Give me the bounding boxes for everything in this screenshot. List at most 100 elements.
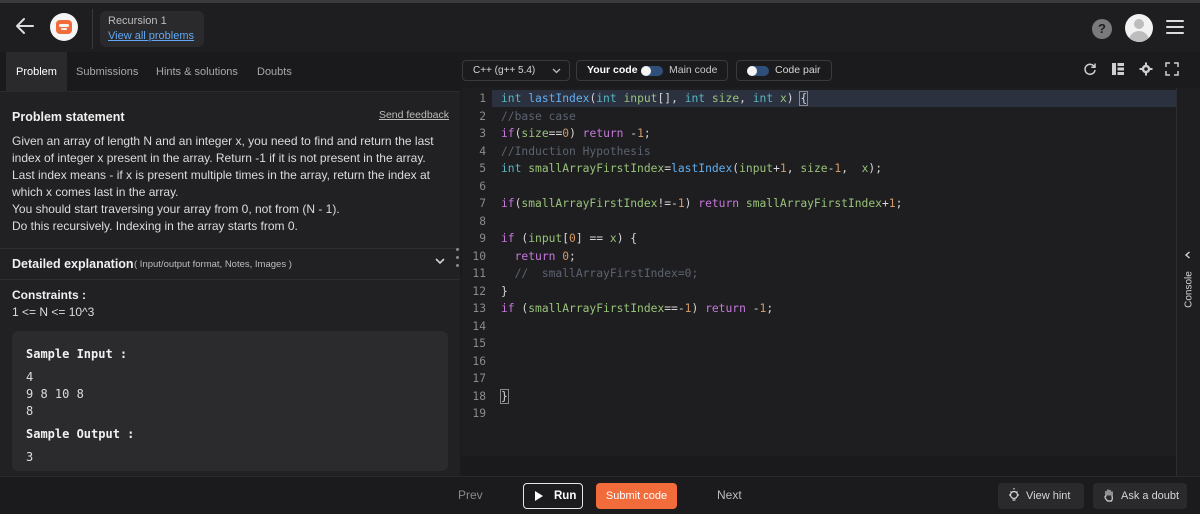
sample-input-line: 4 [26,370,34,384]
code-pair-switch[interactable]: Code pair [736,60,832,81]
line-number: 18 [472,389,486,403]
code-mode-switch[interactable]: Your code Main code [576,60,728,81]
statement-paragraph: Last index means - if x is present multi… [12,168,430,199]
statement-paragraph: Do this recursively. Indexing in the arr… [12,219,298,233]
play-icon [535,491,543,501]
ask-doubt-button[interactable]: Ask a doubt [1093,483,1187,509]
line-number: 11 [472,267,486,280]
language-select[interactable]: C++ (g++ 5.4) [462,60,570,81]
send-feedback-link[interactable]: Send feedback [379,109,449,121]
next-button[interactable]: Next [717,488,742,502]
top-bar: Recursion 1 View all problems ? [0,0,1200,52]
code-line: } [500,388,509,404]
view-hint-label: View hint [1026,490,1071,502]
editor-toolbar: C++ (g++ 5.4) Your code Main code Code p… [462,52,1200,88]
tab-problem[interactable]: Problem [6,52,67,92]
console-toggle[interactable]: Console [1176,88,1200,476]
problem-tabs: Problem Submissions Hints & solutions Do… [0,52,460,92]
line-number: 13 [472,302,486,315]
ask-doubt-label: Ask a doubt [1121,490,1180,502]
fullscreen-icon[interactable] [1164,62,1180,78]
code-line: return 0; [514,249,576,263]
run-label: Run [554,490,577,502]
sample-output-label: Sample Output : [26,427,135,441]
line-number: 9 [479,232,486,245]
run-button[interactable]: Run [523,483,583,509]
sample-output-line: 3 [26,450,34,464]
constraints-title: Constraints : [12,288,87,302]
reset-code-icon[interactable] [1082,62,1098,78]
code-mode-toggle[interactable] [641,66,663,76]
sample-input-line: 8 [26,404,34,418]
tab-submissions[interactable]: Submissions [76,52,138,92]
line-number: 4 [479,144,486,158]
line-number: 16 [472,354,486,368]
console-label[interactable]: Console [1184,266,1195,314]
code-line: if (smallArrayFirstIndex==-1) return -1; [501,302,774,315]
hamburger-menu-icon[interactable] [1166,20,1184,34]
line-number: 1 [479,92,486,105]
constraints-value: 1 <= N <= 10^3 [12,305,95,319]
line-number: 14 [472,319,486,333]
line-number: 10 [472,249,486,263]
code-editor[interactable]: 1 2 3 4 5 6 7 8 9 10 11 12 13 14 15 16 1… [462,88,1176,456]
code-line: int lastIndex(int input[], int size, int… [501,91,809,106]
sample-box: Sample Input : 4 9 8 10 8 8 Sample Outpu… [12,331,448,471]
view-all-problems-link[interactable]: View all problems [108,28,196,44]
panel-resize-handle[interactable] [456,248,460,278]
line-number: 12 [472,284,486,298]
breadcrumb: Recursion 1 View all problems [100,11,204,47]
chevron-down-icon[interactable] [434,255,446,270]
code-line: if(smallArrayFirstIndex!=-1) return smal… [501,197,903,210]
header-divider [92,9,93,49]
tab-hints-solutions[interactable]: Hints & solutions [156,52,238,92]
editor-footer-strip [462,456,1176,476]
tab-doubts[interactable]: Doubts [257,52,292,92]
breadcrumb-title: Recursion 1 [108,15,167,27]
line-number: 2 [479,109,486,123]
problem-statement-body: Given an array of length N and an intege… [12,133,452,235]
avatar-body [1129,31,1149,42]
line-number: 19 [472,407,486,420]
bottom-action-bar: Prev Run Submit code Next View hint Ask … [0,476,1200,514]
sample-input-label: Sample Input : [26,347,128,361]
line-number: 6 [479,179,486,193]
line-number: 7 [479,197,486,210]
line-number: 5 [479,162,486,175]
code-line: if(size==0) return -1; [501,127,651,140]
code-line: if (input[0] == x) { [501,232,638,245]
code-pair-label: Code pair [775,64,821,76]
avatar-head [1134,19,1144,29]
detailed-explanation-note: ( Input/output format, Notes, Images ) [134,259,292,270]
avatar[interactable] [1125,14,1153,42]
line-number: 17 [472,372,486,385]
language-label: C++ (g++ 5.4) [473,65,536,76]
prev-button[interactable]: Prev [458,488,483,502]
coding-ninjas-logo[interactable] [50,13,78,41]
code-line: } [501,284,508,298]
code-line: //Induction Hypothesis [501,144,651,158]
sample-input-line: 9 8 10 8 [26,387,84,401]
main-code-label[interactable]: Main code [669,64,717,76]
view-hint-button[interactable]: View hint [998,483,1084,509]
detailed-explanation-title: Detailed explanation [12,257,134,271]
statement-paragraph: Given an array of length N and an intege… [12,134,434,165]
layout-icon[interactable] [1110,62,1126,78]
raised-hand-icon [1103,483,1115,514]
lightbulb-icon [1008,483,1020,514]
problem-statement-title: Problem statement [12,110,125,124]
code-pair-toggle[interactable] [747,66,769,76]
code-line: int smallArrayFirstIndex=lastIndex(input… [501,162,883,175]
settings-gear-icon[interactable] [1138,62,1154,78]
submit-code-button[interactable]: Submit code [596,483,677,509]
statement-paragraph: You should start traversing your array f… [12,202,340,216]
line-number: 8 [479,214,486,228]
your-code-label[interactable]: Your code [587,64,638,76]
code-line: //base case [501,109,576,123]
chevron-left-icon[interactable] [1183,250,1193,263]
back-arrow-icon[interactable] [14,15,40,39]
problem-panel: Problem Submissions Hints & solutions Do… [0,52,460,476]
help-icon[interactable]: ? [1092,19,1112,39]
line-number: 3 [479,127,486,140]
detailed-explanation-toggle[interactable]: Detailed explanation ( Input/output form… [0,248,460,280]
